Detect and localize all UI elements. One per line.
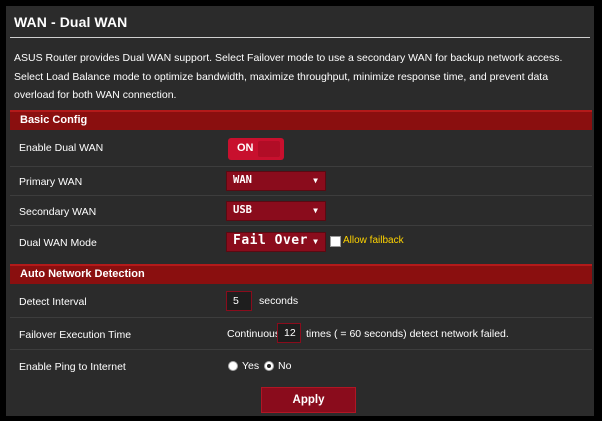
primary-wan-label: Primary WAN: [19, 176, 83, 188]
ping-no-radio[interactable]: [264, 361, 274, 371]
page-description: ASUS Router provides Dual WAN support. S…: [14, 52, 563, 101]
toggle-knob: [258, 141, 280, 157]
row-divider: [10, 195, 592, 196]
ping-yes-label[interactable]: Yes: [242, 360, 259, 372]
section-header-basic-config: Basic Config: [10, 110, 592, 130]
failover-count-input[interactable]: 12: [277, 323, 301, 343]
enable-dual-wan-label: Enable Dual WAN: [19, 142, 104, 154]
row-divider: [10, 349, 592, 350]
section-header-auto-network-detection: Auto Network Detection: [10, 264, 592, 284]
enable-dual-wan-toggle[interactable]: ON: [228, 138, 284, 160]
allow-failback-checkbox[interactable]: [330, 236, 341, 247]
dual-wan-mode-select[interactable]: Fail Over ▼: [226, 232, 326, 252]
row-divider: [10, 166, 592, 167]
input-value: 12: [284, 327, 296, 339]
detect-interval-unit: seconds: [259, 295, 299, 307]
enable-ping-label: Enable Ping to Internet: [19, 361, 126, 373]
failover-prefix: Continuous: [227, 328, 281, 340]
failover-execution-time-label: Failover Execution Time: [19, 329, 132, 341]
allow-failback-label[interactable]: Allow failback: [343, 235, 404, 246]
select-value: WAN: [233, 174, 252, 186]
row-divider: [10, 225, 592, 226]
ping-yes-radio[interactable]: [228, 361, 238, 371]
detect-interval-input[interactable]: 5: [226, 291, 252, 311]
input-value: 5: [233, 295, 239, 307]
ping-no-label[interactable]: No: [278, 360, 291, 372]
section-title: Auto Network Detection: [20, 268, 145, 280]
select-value: Fail Over: [233, 233, 308, 248]
dropdown-arrow-icon: ▼: [313, 176, 318, 185]
secondary-wan-select[interactable]: USB ▼: [226, 201, 326, 221]
dropdown-arrow-icon: ▼: [313, 206, 318, 215]
primary-wan-select[interactable]: WAN ▼: [226, 171, 326, 191]
page-title: WAN - Dual WAN: [14, 14, 128, 30]
toggle-state-text: ON: [237, 142, 254, 154]
select-value: USB: [233, 204, 252, 216]
secondary-wan-label: Secondary WAN: [19, 206, 97, 218]
title-divider: [10, 37, 590, 38]
failover-suffix: times ( = 60 seconds) detect network fai…: [306, 328, 509, 340]
apply-button[interactable]: Apply: [261, 387, 356, 413]
section-title: Basic Config: [20, 114, 88, 126]
detect-interval-label: Detect Interval: [19, 296, 87, 308]
window: WAN - Dual WAN ASUS Router provides Dual…: [0, 0, 602, 421]
row-divider: [10, 317, 592, 318]
dropdown-arrow-icon: ▼: [313, 237, 318, 246]
dual-wan-mode-label: Dual WAN Mode: [19, 237, 97, 249]
